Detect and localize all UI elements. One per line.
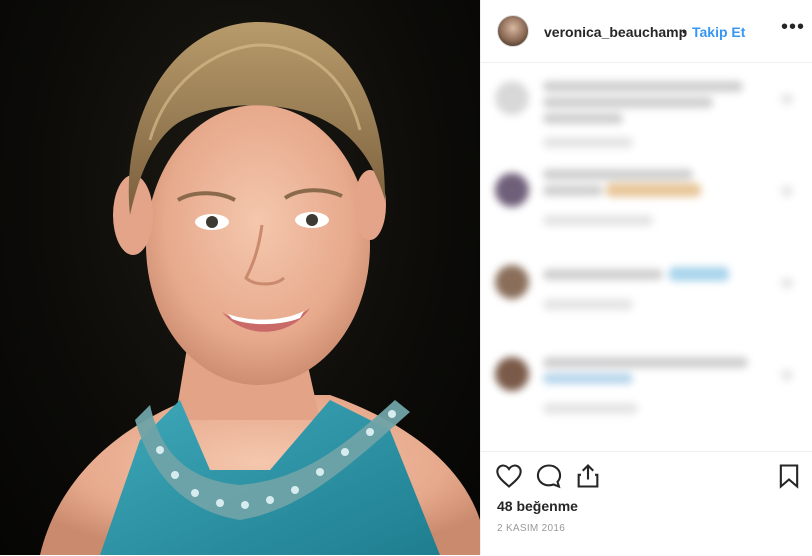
post-header: veronica_beauchamp • Takip Et ••• [481,0,812,63]
heart-icon[interactable] [495,462,523,490]
list-item [481,155,812,247]
separator-dot: • [682,23,687,39]
likes-count[interactable]: 48 beğenme [497,498,578,514]
post-date: 2 KASIM 2016 [497,523,566,534]
bookmark-icon[interactable] [775,462,803,490]
more-options-icon[interactable]: ••• [781,16,805,39]
post-photo[interactable] [0,0,480,555]
blurred-comments [481,63,812,431]
list-item [481,339,812,431]
share-icon[interactable] [574,462,602,490]
comment-icon[interactable] [535,462,563,490]
list-item [481,63,812,155]
username-link[interactable]: veronica_beauchamp [544,24,687,40]
avatar[interactable] [497,15,529,47]
follow-button[interactable]: Takip Et [692,24,745,40]
post-actions: 48 beğenme 2 KASIM 2016 [481,451,812,556]
list-item [481,247,812,339]
comments-list[interactable] [481,63,812,451]
post-side-panel: veronica_beauchamp • Takip Et ••• 48 beğ… [480,0,812,555]
portrait-image [40,21,480,555]
